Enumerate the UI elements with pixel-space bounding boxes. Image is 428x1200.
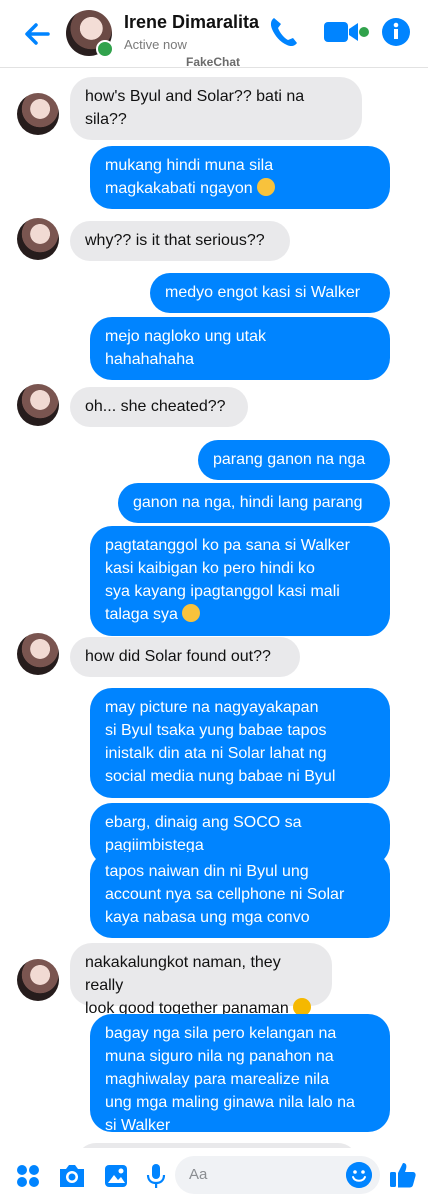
phone-icon[interactable] bbox=[266, 14, 300, 50]
grinning-emoji-icon bbox=[257, 178, 276, 196]
incoming-message[interactable]: oh... she cheated?? bbox=[70, 387, 248, 427]
incoming-message[interactable]: why?? is it that serious?? bbox=[70, 221, 290, 261]
contact-name[interactable]: Irene Dimaralita bbox=[124, 12, 259, 33]
outgoing-message[interactable]: tapos naiwan din ni Byul ung account nya… bbox=[90, 852, 390, 938]
contact-avatar-small bbox=[17, 633, 59, 675]
chat-header: Irene Dimaralita Active now FakeChat bbox=[0, 0, 428, 69]
contact-avatar-small bbox=[17, 218, 59, 260]
message-input[interactable]: Aa bbox=[175, 1156, 380, 1194]
grinning-emoji-icon bbox=[182, 604, 201, 622]
outgoing-message[interactable]: parang ganon na nga bbox=[198, 440, 390, 480]
message-input-placeholder: Aa bbox=[189, 1166, 208, 1183]
mic-icon[interactable] bbox=[144, 1162, 168, 1190]
message-list[interactable]: how's Byul and Solar?? bati na sila?? mu… bbox=[0, 70, 428, 1148]
outgoing-message[interactable]: mukang hindi muna sila magkakabati ngayo… bbox=[90, 146, 390, 209]
gallery-icon[interactable] bbox=[102, 1162, 130, 1190]
back-arrow-icon[interactable] bbox=[18, 14, 58, 54]
outgoing-message[interactable]: pagtatanggol ko pa sana si Walker kasi k… bbox=[90, 526, 390, 636]
incoming-message[interactable]: nakakalungkot naman, they really look go… bbox=[70, 943, 332, 1017]
outgoing-message[interactable]: medyo engot kasi si Walker bbox=[150, 273, 390, 313]
contact-avatar-small bbox=[17, 93, 59, 135]
outgoing-message[interactable]: bagay nga sila pero kelangan na muna sig… bbox=[90, 1014, 390, 1134]
camera-icon[interactable] bbox=[56, 1162, 88, 1190]
outgoing-message[interactable]: ganon na nga, hindi lang parang bbox=[118, 483, 390, 523]
video-icon[interactable] bbox=[322, 14, 370, 50]
watermark: FakeChat bbox=[186, 55, 241, 69]
contact-avatar-small bbox=[17, 959, 59, 1001]
incoming-message[interactable]: how's Byul and Solar?? bati na sila?? bbox=[70, 77, 362, 140]
incoming-message[interactable]: how did Solar found out?? bbox=[70, 637, 300, 677]
thumbs-up-icon[interactable] bbox=[388, 1160, 418, 1190]
outgoing-message[interactable]: mejo nagloko ung utak hahahahaha bbox=[90, 317, 390, 380]
emoji-icon[interactable] bbox=[346, 1162, 372, 1188]
info-icon[interactable] bbox=[380, 14, 412, 50]
composer-bar: Aa bbox=[0, 1148, 428, 1200]
apps-icon[interactable] bbox=[14, 1162, 42, 1190]
outgoing-message[interactable]: may picture na nagyayakapan si Byul tsak… bbox=[90, 688, 390, 798]
active-status: Active now bbox=[124, 37, 187, 52]
online-indicator bbox=[96, 40, 114, 58]
contact-avatar-small bbox=[17, 384, 59, 426]
